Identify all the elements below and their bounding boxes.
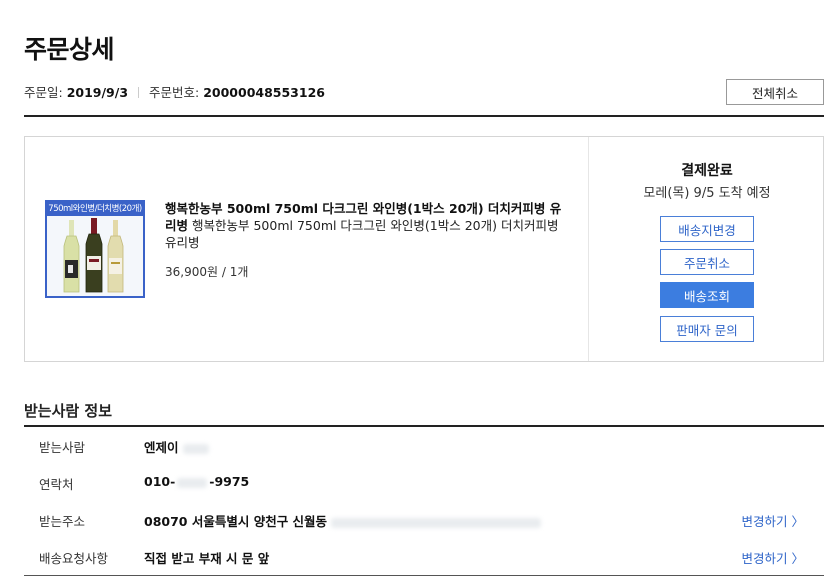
- delivery-request-row: 배송요청사항 직접 받고 부재 시 문 앞 변경하기 〉: [24, 542, 824, 570]
- phone-label: 연락처: [39, 477, 74, 492]
- redacted-blur: [182, 443, 209, 454]
- meta-divider: [138, 87, 140, 98]
- product-thumbnail[interactable]: 750ml와인병/더치병(20개): [45, 200, 145, 298]
- track-delivery-button[interactable]: 배송조회: [660, 282, 754, 308]
- delivery-request-label: 배송요청사항: [39, 551, 109, 566]
- order-number-label: 주문번호:: [149, 85, 200, 100]
- bottom-divider: [24, 575, 824, 576]
- page-title: 주문상세: [24, 35, 115, 64]
- redacted-blur: [177, 477, 208, 488]
- redacted-blur: [331, 517, 542, 528]
- change-address-button[interactable]: 배송지변경: [660, 216, 754, 242]
- wine-bottles-image: [63, 218, 124, 293]
- recipient-section-title: 받는사람 정보: [24, 402, 113, 420]
- address-label: 받는주소: [39, 514, 86, 529]
- recipient-divider: [24, 425, 824, 427]
- bottle-clear-2: [107, 220, 124, 293]
- price-quantity: 36,900원 / 1개: [165, 265, 249, 279]
- change-address-link[interactable]: 변경하기 〉: [742, 511, 804, 530]
- cancel-order-button[interactable]: 주문취소: [660, 249, 754, 275]
- product-name-desc: 행복한농부 500ml 750ml 다크그린 와인병(1박스 20개) 더치커피…: [165, 218, 559, 250]
- order-meta: 주문일: 2019/9/3 주문번호: 20000048553126: [24, 82, 325, 101]
- address-row: 받는주소 08070 서울특별시 양천구 신월동 변경하기 〉: [24, 505, 824, 533]
- order-date: 2019/9/3: [66, 85, 129, 100]
- order-number: 20000048553126: [203, 85, 325, 100]
- address-value: 08070 서울특별시 양천구 신월동: [144, 511, 542, 530]
- recipient-name-value: 엔제이: [144, 437, 209, 456]
- payment-status: 결제완료: [681, 163, 733, 179]
- phone-row: 연락처 010- -9975: [24, 468, 824, 496]
- bottle-dark-green: [85, 218, 103, 293]
- order-item-card: 750ml와인병/더치병(20개) 행복한농부 500ml 750ml 다크그린…: [24, 136, 824, 362]
- recipient-name-label: 받는사람: [39, 440, 86, 455]
- delivery-request-value: 직접 받고 부재 시 문 앞: [144, 551, 270, 566]
- header-divider: [24, 115, 824, 117]
- delivery-estimate: 모레(목) 9/5 도착 예정: [643, 186, 771, 201]
- cancel-all-button[interactable]: 전체취소: [726, 79, 824, 105]
- change-delivery-request-link[interactable]: 변경하기 〉: [742, 548, 804, 567]
- phone-value: 010- -9975: [144, 474, 250, 489]
- bottle-clear: [63, 220, 80, 293]
- product-name[interactable]: 행복한농부 500ml 750ml 다크그린 와인병(1박스 20개) 더치커피…: [165, 200, 570, 251]
- seller-inquiry-button[interactable]: 판매자 문의: [660, 316, 754, 342]
- recipient-name-row: 받는사람 엔제이: [24, 431, 824, 459]
- thumbnail-banner: 750ml와인병/더치병(20개): [47, 202, 143, 216]
- order-date-label: 주문일:: [24, 85, 63, 100]
